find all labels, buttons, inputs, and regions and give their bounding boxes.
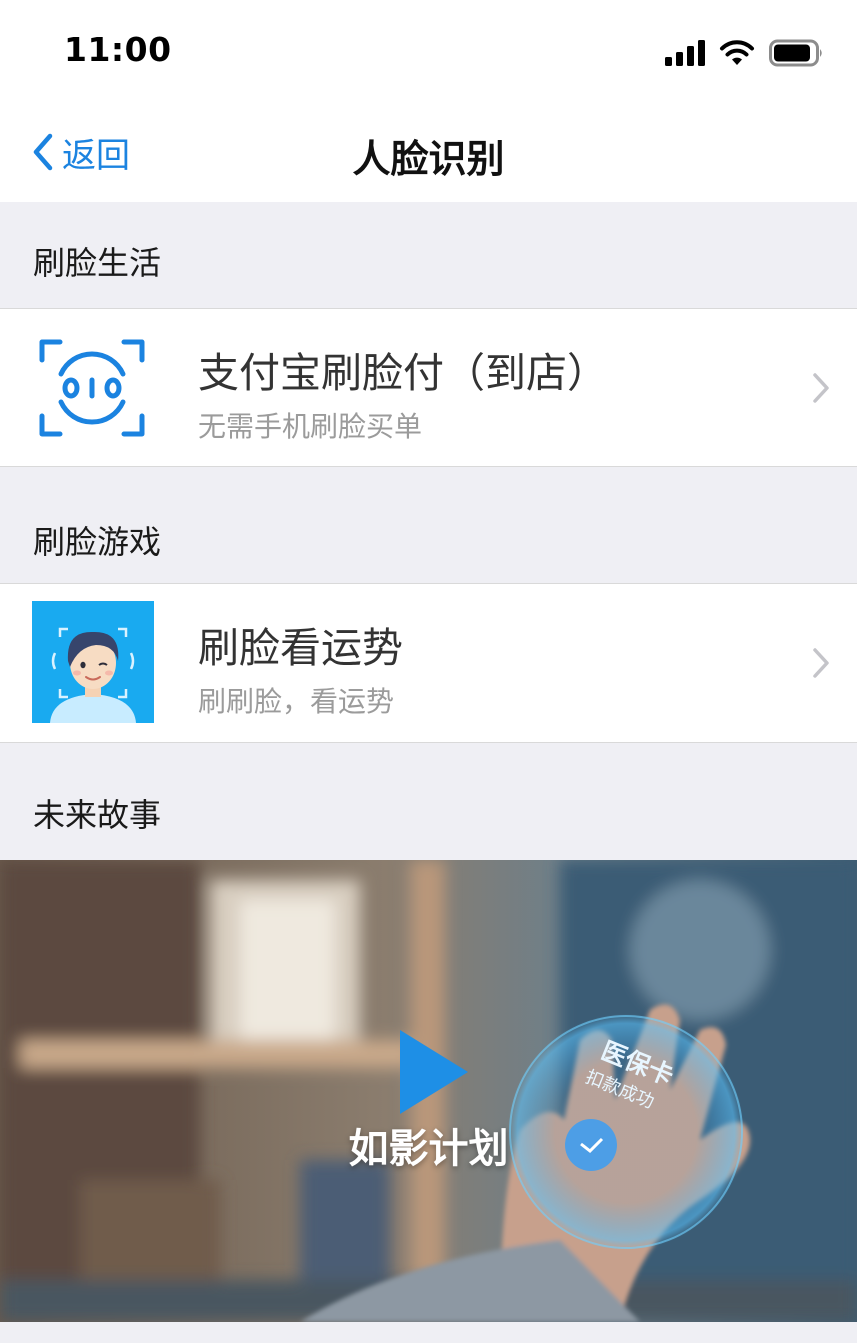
chevron-right-icon xyxy=(813,648,829,678)
item-subtitle: 刷刷脸，看运势 xyxy=(198,685,395,718)
video-banner[interactable]: 医保卡 扣款成功 如影计划 xyxy=(0,860,857,1322)
face-fortune-avatar xyxy=(32,601,154,723)
video-title: 如影计划 xyxy=(348,1126,509,1172)
list-item-face-fortune[interactable]: 刷脸看运势 刷刷脸，看运势 xyxy=(0,583,857,743)
face-scan-icon xyxy=(39,339,145,437)
section-header-life: 刷脸生活 xyxy=(0,202,857,308)
navigation-bar: 返回 人脸识别 xyxy=(0,100,857,202)
section-header-label: 未来故事 xyxy=(33,796,162,834)
status-time: 11:00 xyxy=(64,30,172,69)
item-title: 刷脸看运势 xyxy=(198,624,403,672)
list-item-alipay-face-pay[interactable]: 支付宝刷脸付（到店） 无需手机刷脸买单 xyxy=(0,308,857,467)
video-thumbnail: 医保卡 扣款成功 xyxy=(0,860,857,1322)
wifi-icon xyxy=(720,40,754,65)
section-header-games: 刷脸游戏 xyxy=(0,466,857,583)
page-title: 人脸识别 xyxy=(352,137,505,181)
section-header-label: 刷脸生活 xyxy=(33,244,162,282)
section-header-label: 刷脸游戏 xyxy=(33,523,162,561)
chevron-right-icon xyxy=(813,373,829,403)
item-subtitle: 无需手机刷脸买单 xyxy=(198,410,423,443)
status-icons xyxy=(665,36,825,70)
status-bar: 11:00 xyxy=(0,0,857,100)
item-title: 支付宝刷脸付（到店） xyxy=(198,349,608,397)
battery-icon xyxy=(769,39,822,67)
section-header-future-stories: 未来故事 xyxy=(0,742,857,860)
cellular-signal-icon xyxy=(665,40,705,66)
